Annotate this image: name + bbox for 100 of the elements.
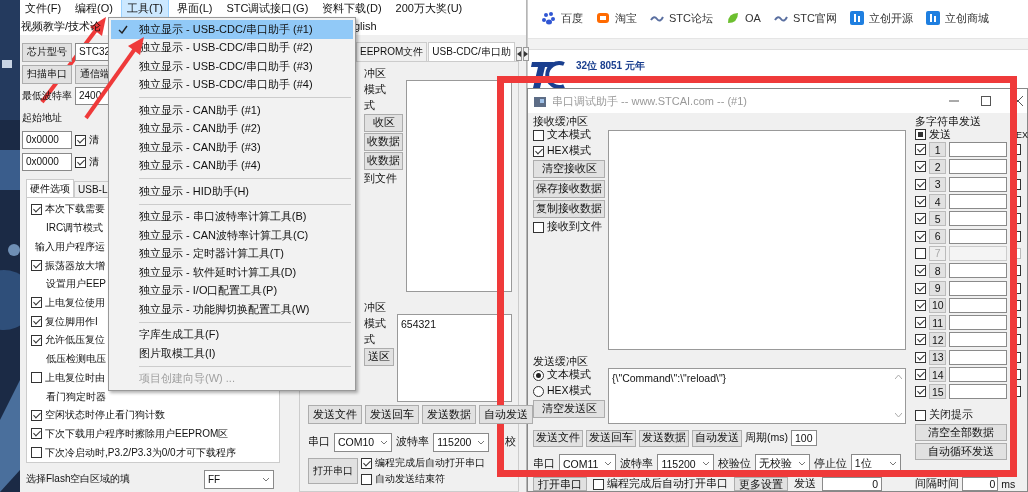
number-button[interactable]: 10 [929, 297, 947, 313]
menu-item[interactable]: 独立显示 - 功能脚切换配置工具(W) [111, 300, 353, 319]
checkbox[interactable] [361, 457, 372, 469]
text-field[interactable]: 0x0000 [22, 131, 72, 149]
button[interactable]: 清空接收区 [533, 160, 605, 178]
number-button[interactable]: 11 [929, 315, 947, 331]
number-button[interactable]: 2 [929, 159, 947, 175]
checkbox[interactable] [915, 161, 927, 173]
button[interactable]: 发送回车 [586, 429, 636, 447]
tab[interactable]: USB-CDC/串口助 [428, 42, 515, 61]
button[interactable]: 发送数据 [639, 429, 689, 447]
checkbox[interactable] [915, 178, 927, 190]
bookmark[interactable]: 立创开源 [849, 9, 913, 27]
checkbox[interactable] [361, 473, 372, 485]
button[interactable]: 芯片型号 [22, 42, 72, 62]
send-text-area[interactable]: 654321 [397, 314, 512, 402]
button[interactable]: 收数据 [364, 133, 403, 151]
bookmark[interactable]: OA [726, 9, 761, 27]
menu-item[interactable]: 文件(F) [20, 0, 67, 17]
checkbox[interactable] [31, 428, 42, 440]
menu-item[interactable]: 独立显示 - 定时器计算工具(T) [111, 244, 353, 263]
number-button[interactable]: 8 [929, 263, 947, 279]
menu-item[interactable]: 独立显示 - USB-CDC/串口助手 (#1) [111, 20, 353, 39]
checkbox[interactable] [31, 316, 42, 328]
menu-item[interactable]: 独立显示 - 串口波特率计算工具(B) [111, 207, 353, 226]
checkbox[interactable] [75, 156, 86, 168]
checkbox[interactable] [915, 144, 927, 156]
menu-item[interactable]: 工具(T) [121, 0, 168, 17]
button[interactable]: 清空全部数据 [915, 424, 1008, 442]
button[interactable]: 打开串口 [308, 458, 358, 484]
text-field[interactable] [949, 211, 1008, 227]
checkbox[interactable] [31, 203, 42, 215]
menu-item[interactable]: 字库生成工具(F) [111, 325, 353, 344]
checkbox[interactable] [915, 196, 927, 208]
receive-text-area[interactable] [406, 80, 512, 292]
checkbox[interactable] [915, 213, 927, 225]
checkbox[interactable] [915, 282, 927, 294]
dropdown[interactable]: FF [204, 469, 274, 489]
send-text-area[interactable]: {\"Command\":\"reload\"} [608, 368, 907, 424]
text-field[interactable]: 100 [791, 430, 817, 446]
text-field[interactable] [949, 228, 1008, 244]
menu-item[interactable]: 独立显示 - CAN助手 (#4) [111, 156, 353, 175]
checkbox[interactable] [31, 260, 42, 271]
text-field[interactable] [949, 384, 1008, 400]
button[interactable]: 自动循环发送 [915, 443, 1008, 461]
checkbox[interactable] [915, 230, 927, 242]
checkbox[interactable] [31, 372, 42, 384]
button[interactable]: 打开串口 [533, 477, 587, 491]
checkbox[interactable] [31, 447, 42, 459]
menu-item[interactable]: 独立显示 - CAN波特率计算工具(C) [111, 226, 353, 245]
checkbox[interactable] [533, 221, 544, 233]
button[interactable]: 收数据 [364, 152, 403, 170]
checkbox[interactable] [31, 334, 42, 346]
number-button[interactable]: 5 [929, 211, 947, 227]
checkbox[interactable] [915, 409, 927, 421]
menu-item[interactable]: 资料下载(D) [317, 0, 387, 17]
checkbox[interactable] [915, 129, 927, 140]
tab-scroll-button[interactable] [515, 47, 522, 61]
number-button[interactable]: 1 [929, 142, 947, 158]
checkbox[interactable] [75, 134, 86, 146]
text-field[interactable] [949, 297, 1008, 313]
button[interactable]: 发送文件 [308, 405, 362, 424]
button[interactable]: 复制接收数据 [533, 200, 605, 218]
text-field[interactable] [949, 263, 1008, 279]
checkbox[interactable] [915, 317, 927, 329]
bookmark[interactable]: 淘宝 [596, 9, 637, 27]
menu-item[interactable]: 独立显示 - HID助手(H) [111, 182, 353, 201]
bookmark[interactable]: 立创商城 [925, 9, 989, 27]
bookmark[interactable]: STC论坛 [650, 9, 713, 27]
text-field[interactable] [949, 367, 1008, 382]
menu-item[interactable]: 独立显示 - CAN助手 (#3) [111, 138, 353, 157]
button[interactable]: 更多设置 [734, 477, 788, 491]
checkbox[interactable] [31, 409, 42, 421]
bookmark[interactable]: STC官网 [773, 9, 837, 27]
checkbox[interactable] [915, 369, 927, 380]
text-field[interactable] [949, 315, 1008, 331]
checkbox[interactable] [915, 334, 927, 346]
text-field[interactable] [949, 194, 1008, 210]
number-button[interactable]: 6 [929, 228, 947, 244]
button[interactable]: 发送文件 [533, 429, 583, 447]
text-field[interactable] [949, 159, 1008, 175]
tab[interactable]: EEPROM文件 [356, 42, 428, 61]
number-button[interactable]: 13 [929, 349, 947, 365]
checkbox[interactable] [915, 299, 927, 311]
checkbox[interactable] [533, 145, 544, 157]
number-button[interactable]: 4 [929, 194, 947, 210]
menu-item[interactable]: 独立显示 - CAN助手 (#2) [111, 119, 353, 138]
button[interactable]: 收区 [364, 114, 403, 132]
button[interactable]: 发送数据 [422, 405, 476, 424]
number-button[interactable]: 15 [929, 384, 947, 400]
menu-item[interactable]: 独立显示 - I/O口配置工具(P) [111, 281, 353, 300]
text-field[interactable] [949, 349, 1008, 365]
text-field[interactable]: 0x0000 [22, 153, 72, 171]
checkbox[interactable] [533, 129, 544, 141]
button[interactable]: 自动发送 [692, 429, 742, 447]
text-field[interactable] [949, 332, 1008, 348]
dropdown[interactable]: 115200 [433, 432, 490, 452]
text-field[interactable]: 0 [822, 477, 882, 491]
menu-item[interactable]: 界面(L) [172, 0, 218, 17]
button[interactable]: 发送回车 [365, 405, 419, 424]
